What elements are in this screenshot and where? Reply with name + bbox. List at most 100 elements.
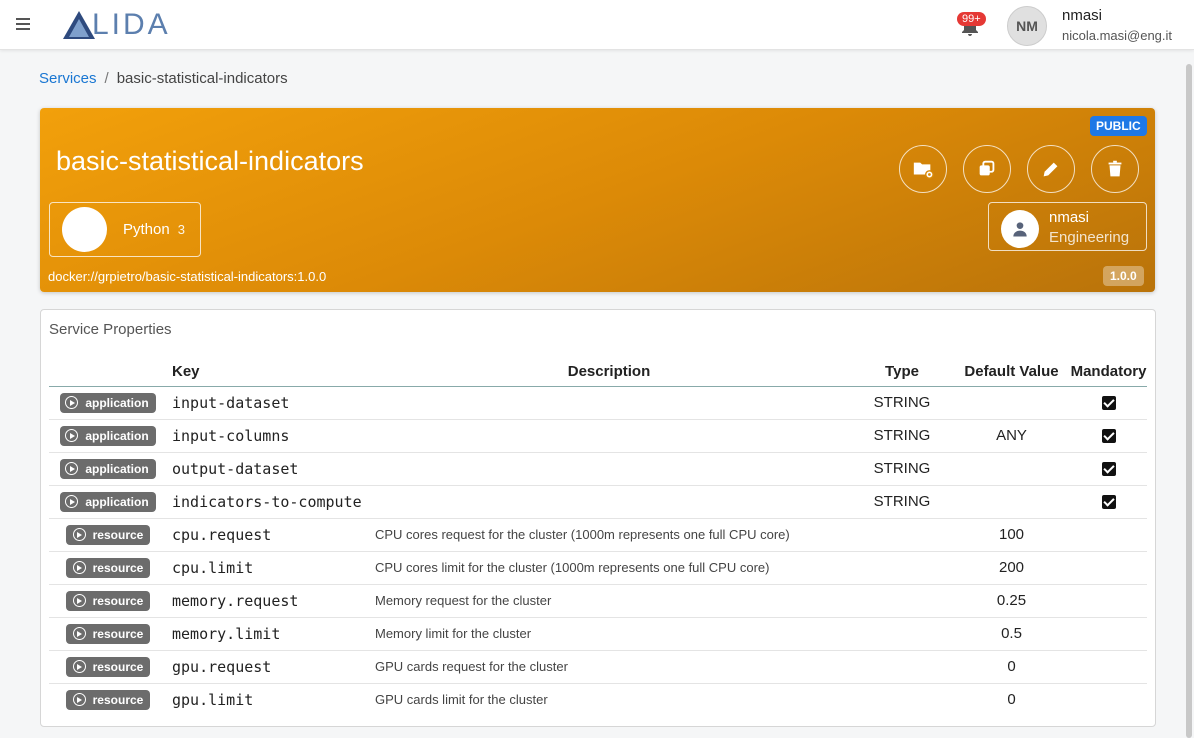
property-mandatory: [1070, 584, 1147, 618]
tag-cell: resource: [49, 617, 167, 651]
property-description: [367, 485, 851, 519]
play-circle-icon: [72, 561, 86, 574]
property-type: [851, 518, 953, 552]
property-tag-badge: resource: [65, 524, 151, 545]
property-type: STRING: [851, 452, 953, 486]
user-avatar[interactable]: NM: [1007, 6, 1047, 46]
app-logo[interactable]: LIDA: [62, 8, 171, 41]
page-scrollbar[interactable]: [1186, 64, 1192, 738]
property-tag-badge: application: [60, 458, 156, 479]
breadcrumb-services-link[interactable]: Services: [39, 70, 97, 87]
table-row: resource cpu.limit CPU cores limit for the…: [49, 551, 1147, 585]
property-tag-badge: resource: [65, 689, 151, 710]
property-tag-label: resource: [92, 659, 144, 674]
service-properties-table: Key Description Type Default Value Manda…: [49, 357, 1147, 716]
user-name: nmasi: [1062, 7, 1103, 24]
property-key: input-dataset: [167, 386, 367, 420]
mandatory-checkbox[interactable]: [1101, 462, 1116, 477]
property-default-value: 100: [953, 518, 1070, 552]
logo-text: LIDA: [92, 8, 171, 41]
property-default-value: 0.25: [953, 584, 1070, 618]
delete-button[interactable]: [1091, 145, 1139, 193]
property-mandatory: [1070, 485, 1147, 519]
table-row: application input-columns STRING ANY: [49, 419, 1147, 453]
environment-name: Python: [123, 221, 170, 238]
table-row: application output-dataset STRING: [49, 452, 1147, 486]
property-default-value: 0: [1007, 691, 1016, 709]
property-mandatory: [1070, 617, 1147, 651]
user-email: nicola.masi@eng.it: [1062, 28, 1173, 43]
table-row: application indicators-to-compute STRING: [49, 485, 1147, 519]
play-circle-icon: [72, 693, 86, 707]
play-circle-icon: [72, 594, 86, 607]
mandatory-checkbox[interactable]: [1101, 396, 1116, 411]
breadcrumb: Services / basic-statistical-indicators: [39, 70, 288, 87]
property-key: output-dataset: [167, 452, 367, 486]
tag-cell: resource: [49, 518, 167, 552]
top-app-bar: LIDA 99+ NM nmasi nicola.masi@eng.it: [0, 0, 1194, 50]
tag-cell: application: [49, 419, 167, 453]
property-description: GPU cards limit for the cluster: [375, 692, 548, 708]
manage-files-button[interactable]: [899, 145, 947, 193]
header-type: Type: [851, 357, 953, 387]
property-tag-label: application: [85, 395, 149, 410]
property-tag-label: resource: [92, 626, 144, 641]
logo-triangle-icon: [63, 11, 95, 39]
property-type: STRING: [851, 386, 953, 420]
property-default-value: [953, 386, 1070, 420]
property-description: [367, 452, 851, 486]
tag-cell: resource: [49, 584, 167, 618]
table-row: resource gpu.request GPU cards request for…: [49, 650, 1147, 684]
play-circle-icon: [72, 528, 86, 541]
environment-chip: Python 3: [49, 202, 201, 257]
owner-name: nmasi: [1049, 209, 1090, 226]
menu-icon[interactable]: [14, 15, 34, 35]
property-default-value: 0.5: [953, 617, 1070, 651]
tag-cell: resource: [49, 650, 167, 684]
property-mandatory: [1070, 452, 1147, 486]
folder-settings-icon: [913, 162, 934, 179]
header-key: Key: [167, 357, 367, 387]
property-tag-label: application: [85, 494, 149, 509]
play-circle-icon: [65, 429, 79, 442]
property-tag-label: resource: [92, 692, 144, 707]
notification-count-badge: 99+: [957, 12, 986, 26]
property-description: GPU cards request for the cluster: [367, 650, 851, 684]
mandatory-checkbox[interactable]: [1101, 429, 1116, 444]
mandatory-checkbox[interactable]: [1101, 495, 1116, 510]
breadcrumb-separator: /: [104, 70, 109, 87]
duplicate-button[interactable]: [963, 145, 1011, 193]
service-title: basic-statistical-indicators: [56, 146, 364, 176]
property-tag-badge: resource: [65, 590, 151, 611]
property-type: STRING: [851, 419, 953, 453]
property-mandatory: [1070, 683, 1147, 716]
play-circle-icon: [72, 660, 86, 673]
property-key: memory.limit: [167, 617, 367, 651]
property-default-value: 200: [953, 551, 1070, 585]
tag-cell: application: [49, 386, 167, 420]
property-description: Memory limit for the cluster: [367, 617, 851, 651]
property-type: [851, 584, 953, 618]
copy-icon: [979, 160, 995, 176]
person-icon: [1013, 222, 1027, 237]
property-key: memory.request: [167, 584, 367, 618]
play-circle-icon: [65, 462, 79, 475]
header-default-value: Default Value: [953, 357, 1070, 387]
property-key: cpu.request: [167, 518, 367, 552]
property-type: [851, 683, 953, 716]
property-key: gpu.request: [167, 650, 367, 684]
property-tag-badge: application: [60, 491, 156, 512]
property-type: STRING: [851, 485, 953, 519]
header-description: Description: [367, 357, 851, 387]
property-tag-label: application: [85, 428, 149, 443]
environment-version: 3: [177, 222, 185, 237]
edit-button[interactable]: [1027, 145, 1075, 193]
table-row: application input-dataset STRING: [49, 386, 1147, 420]
property-description: [367, 419, 851, 453]
property-tag-badge: application: [60, 425, 156, 446]
tag-cell: resource: [49, 683, 167, 716]
property-description: CPU cores limit for the cluster (1000m r…: [367, 551, 851, 585]
property-type: [851, 650, 953, 684]
pencil-icon: [1043, 162, 1058, 177]
property-type: [851, 617, 953, 651]
